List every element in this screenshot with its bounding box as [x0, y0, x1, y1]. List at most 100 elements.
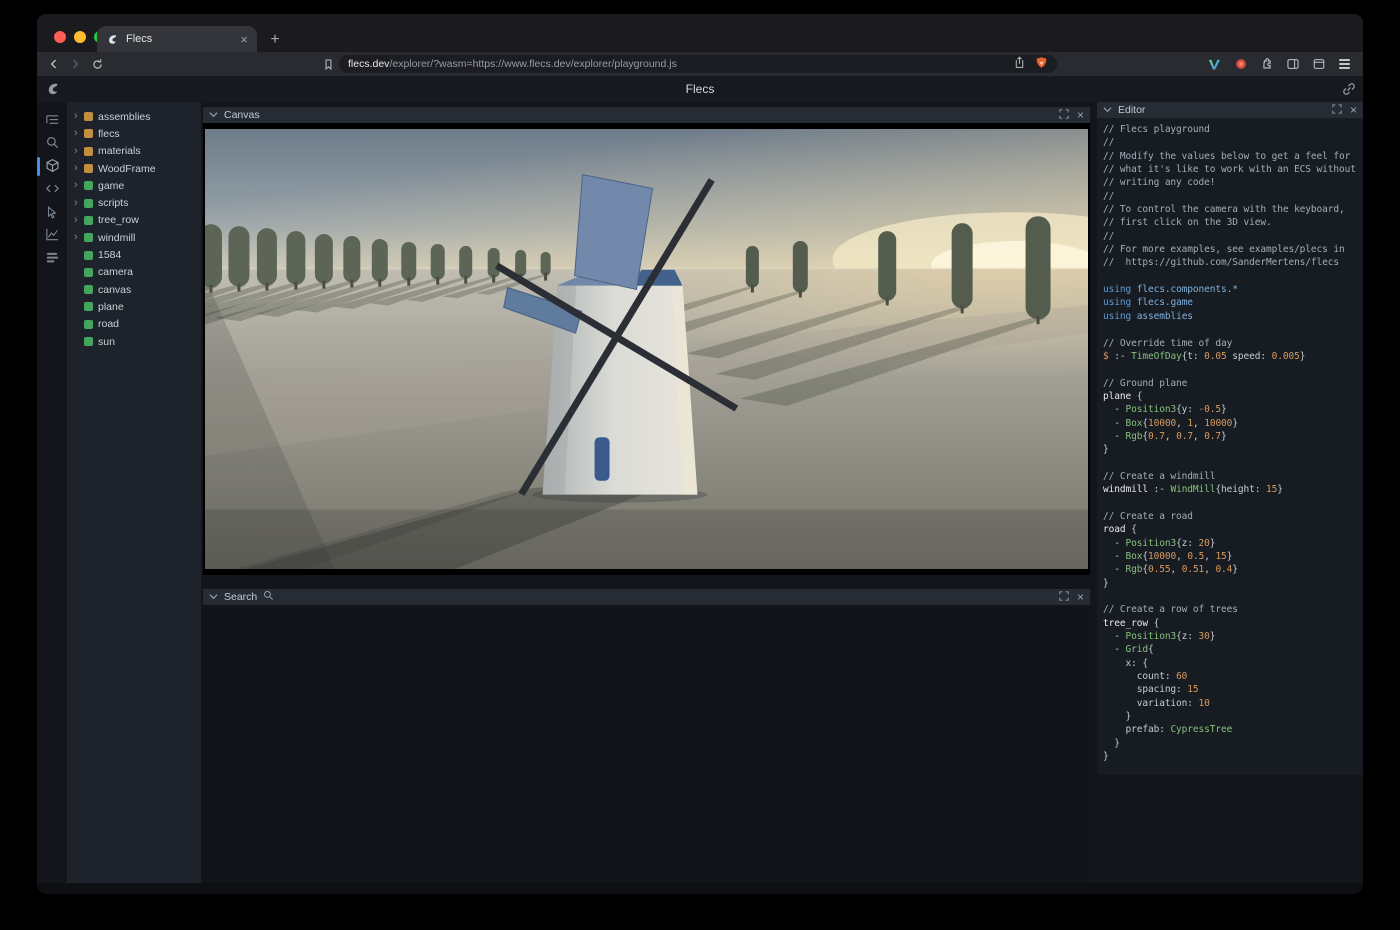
- sidebar-toggle-icon[interactable]: [1284, 56, 1301, 73]
- code-line: x: {: [1103, 658, 1357, 671]
- search-results-area[interactable]: [203, 605, 1090, 883]
- entity-square-icon: [84, 320, 93, 329]
- fullscreen-icon[interactable]: [1059, 109, 1069, 122]
- brave-shield-icon[interactable]: [1035, 56, 1048, 72]
- collapse-chevron-icon[interactable]: [209, 109, 218, 121]
- tab-strip: Flecs × +: [37, 14, 1363, 52]
- toolbar-extensions: [1206, 52, 1353, 76]
- search-icon[interactable]: [263, 590, 274, 604]
- fullscreen-icon[interactable]: [1332, 104, 1342, 117]
- search-panel-title: Search: [224, 591, 257, 603]
- expand-arrow-icon[interactable]: ›: [74, 111, 84, 122]
- extension-v-icon[interactable]: [1206, 56, 1223, 73]
- browser-tab[interactable]: Flecs ×: [97, 26, 257, 52]
- search-panel: Search ×: [203, 589, 1090, 883]
- inspect-cursor-icon[interactable]: [44, 204, 60, 219]
- tree-item-tree_row[interactable]: ›tree_row: [67, 212, 201, 229]
- expand-arrow-icon[interactable]: ›: [74, 232, 84, 243]
- code-line: // Create a windmill: [1103, 471, 1357, 484]
- code-line: //: [1103, 137, 1357, 150]
- entity-square-icon: [84, 199, 93, 208]
- tree-item-flecs[interactable]: ›flecs: [67, 125, 201, 142]
- tree-item-canvas[interactable]: canvas: [67, 281, 201, 298]
- code-line: using flecs.game: [1103, 297, 1357, 310]
- tree-item-assemblies[interactable]: › assemblies: [67, 108, 201, 125]
- close-panel-icon[interactable]: ×: [1077, 591, 1084, 603]
- extension-red-icon[interactable]: [1232, 56, 1249, 73]
- module-square-icon: [84, 164, 93, 173]
- editor-code-area[interactable]: // Flecs playground//// Modify the value…: [1097, 118, 1363, 775]
- chart-view-icon[interactable]: [44, 227, 60, 242]
- code-line: }: [1103, 444, 1357, 457]
- expand-arrow-icon[interactable]: ›: [74, 198, 84, 209]
- collapse-chevron-icon[interactable]: [209, 591, 218, 603]
- entity-square-icon: [84, 251, 93, 260]
- collapse-chevron-icon[interactable]: [1103, 104, 1112, 116]
- bookmark-icon[interactable]: [318, 54, 338, 74]
- expand-arrow-icon[interactable]: ›: [74, 215, 84, 226]
- canvas-3d-viewport[interactable]: [203, 123, 1090, 575]
- close-panel-icon[interactable]: ×: [1350, 104, 1357, 116]
- code-line: // Create a road: [1103, 511, 1357, 524]
- expand-arrow-icon[interactable]: ›: [74, 180, 84, 191]
- search-view-icon[interactable]: [44, 135, 60, 150]
- url-host: flecs.dev: [348, 58, 389, 70]
- code-view-icon[interactable]: [44, 181, 60, 196]
- code-line: }: [1103, 711, 1357, 724]
- code-line: [1103, 364, 1357, 377]
- close-panel-icon[interactable]: ×: [1077, 109, 1084, 121]
- code-line: - Box{10000, 0.5, 15}: [1103, 551, 1357, 564]
- entity-square-icon: [84, 337, 93, 346]
- tab-favicon-flecs-logo-icon: [106, 33, 119, 46]
- canvas-panel: Canvas ×: [203, 107, 1090, 575]
- tree-item-road[interactable]: road: [67, 316, 201, 333]
- code-line: variation: 10: [1103, 698, 1357, 711]
- tree-item-sun[interactable]: sun: [67, 333, 201, 350]
- share-link-icon[interactable]: [1342, 82, 1356, 96]
- minimize-window-button[interactable]: [74, 31, 86, 43]
- extensions-puzzle-icon[interactable]: [1258, 56, 1275, 73]
- code-line: // Modify the values below to get a feel…: [1103, 151, 1357, 164]
- share-icon[interactable]: [1013, 56, 1026, 72]
- navigation-bar: flecs.dev/explorer/?wasm=https://www.fle…: [37, 52, 1363, 76]
- entity-tree: › assemblies ›flecs›materials›WoodFrame›ga…: [67, 102, 201, 883]
- panel-icon[interactable]: [1310, 56, 1327, 73]
- search-panel-header: Search ×: [203, 589, 1090, 605]
- reload-icon[interactable]: [87, 54, 107, 74]
- menu-icon[interactable]: [1336, 56, 1353, 73]
- tree-item-label: assemblies: [98, 111, 151, 123]
- address-bar[interactable]: flecs.dev/explorer/?wasm=https://www.fle…: [339, 55, 1057, 73]
- code-line: - Rgb{0.55, 0.51, 0.4}: [1103, 564, 1357, 577]
- new-tab-button[interactable]: +: [263, 28, 287, 52]
- windmill-scene[interactable]: [205, 129, 1088, 569]
- fullscreen-icon[interactable]: [1059, 591, 1069, 604]
- code-line: // writing any code!: [1103, 177, 1357, 190]
- back-icon[interactable]: [44, 54, 64, 74]
- tree-item-WoodFrame[interactable]: ›WoodFrame: [67, 160, 201, 177]
- tree-view-icon[interactable]: [44, 112, 60, 127]
- tree-item-windmill[interactable]: ›windmill: [67, 229, 201, 246]
- tree-item-scripts[interactable]: ›scripts: [67, 194, 201, 211]
- forward-icon[interactable]: [65, 54, 85, 74]
- expand-arrow-icon[interactable]: ›: [74, 163, 84, 174]
- code-line: }: [1103, 738, 1357, 751]
- tree-item-camera[interactable]: camera: [67, 264, 201, 281]
- tree-item-game[interactable]: ›game: [67, 177, 201, 194]
- tree-item-materials[interactable]: ›materials: [67, 143, 201, 160]
- app-header: Flecs: [37, 76, 1363, 102]
- expand-arrow-icon[interactable]: ›: [74, 128, 84, 139]
- module-square-icon: [84, 112, 93, 121]
- code-line: // first click on the 3D view.: [1103, 217, 1357, 230]
- stats-view-icon[interactable]: [44, 250, 60, 265]
- tab-close-icon[interactable]: ×: [240, 33, 248, 46]
- close-window-button[interactable]: [54, 31, 66, 43]
- code-line: [1103, 498, 1357, 511]
- module-square-icon: [84, 129, 93, 138]
- code-line: //: [1103, 191, 1357, 204]
- tree-item-plane[interactable]: plane: [67, 298, 201, 315]
- expand-arrow-icon[interactable]: ›: [74, 146, 84, 157]
- code-line: $ :- TimeOfDay{t: 0.05 speed: 0.005}: [1103, 351, 1357, 364]
- scene-cube-view-icon[interactable]: [44, 158, 60, 173]
- tree-item-1584[interactable]: 1584: [67, 246, 201, 263]
- code-line: - Box{10000, 1, 10000}: [1103, 418, 1357, 431]
